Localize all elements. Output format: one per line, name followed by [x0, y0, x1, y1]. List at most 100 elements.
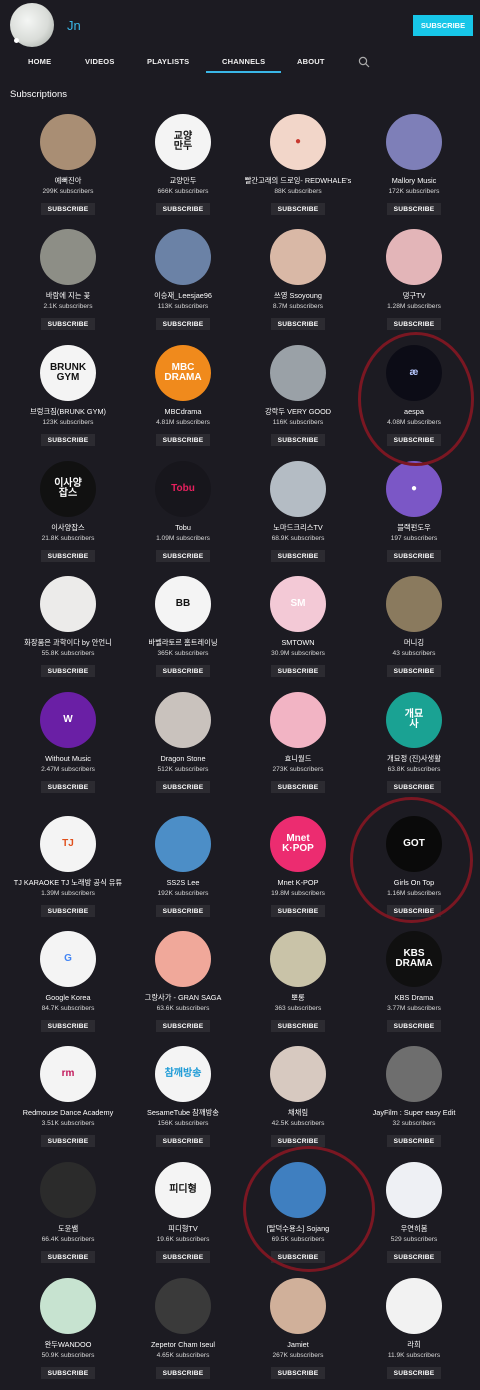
room-photo-icon[interactable]	[386, 114, 442, 170]
channel-name-label[interactable]: 머니깅	[354, 638, 474, 648]
channel-card[interactable]: Mallory Music 172K subscribers SUBSCRIBE	[356, 114, 472, 226]
person-photo-icon[interactable]	[40, 114, 96, 170]
subscribe-button[interactable]: SUBSCRIBE	[387, 318, 441, 330]
duck-photo-icon[interactable]	[270, 692, 326, 748]
channel-card[interactable]: 강락두 VERY GOOD 116K subscribers SUBSCRIBE	[240, 345, 356, 457]
person-photo-icon[interactable]	[270, 461, 326, 517]
channel-name-label[interactable]: 화장품은 과학이다 by 안언니	[8, 638, 128, 648]
channel-name-label[interactable]: JayFilm : Super easy Edit	[354, 1108, 474, 1117]
person-photo-icon[interactable]	[40, 1162, 96, 1218]
subscribe-button[interactable]: SUBSCRIBE	[271, 1251, 325, 1263]
channel-card[interactable]: KBS DRAMA KBS Drama 3.77M subscribers SUBSC…	[356, 931, 472, 1043]
mbc-drama-logo-icon[interactable]: MBC DRAMA	[155, 345, 211, 401]
isayang-jobs-logo-icon[interactable]: 이사양 잡스	[40, 461, 96, 517]
channel-name-label[interactable]: 브렁크짐(BRUNK GYM)	[8, 407, 128, 417]
camera-photo-icon[interactable]	[386, 1046, 442, 1102]
channel-name-label[interactable]: 쓰영 Ssoyoung	[238, 291, 358, 301]
channel-card[interactable]: 우연히봄 529 subscribers SUBSCRIBE	[356, 1162, 472, 1274]
channel-card[interactable]: æ aespa 4.08M subscribers SUBSCRIBE	[356, 345, 472, 457]
channel-name-label[interactable]: Jamiet	[238, 1340, 358, 1349]
channel-name-label[interactable]: 이사양잡스	[8, 523, 128, 533]
channel-name-label[interactable]: Dragon Stone	[123, 754, 243, 763]
anime-character-icon[interactable]	[155, 931, 211, 987]
channel-name-label[interactable]: Without Music	[8, 754, 128, 763]
subscribe-button[interactable]: SUBSCRIBE	[156, 1135, 210, 1147]
person-photo-icon[interactable]	[40, 576, 96, 632]
channel-card[interactable]: 예뻐진아 299K subscribers SUBSCRIBE	[10, 114, 126, 226]
channel-card[interactable]: ● 블랙펀도우 197 subscribers SUBSCRIBE	[356, 461, 472, 573]
subscribe-button[interactable]: SUBSCRIBE	[387, 1020, 441, 1032]
channel-card[interactable]: 완두WANDOO 50.9K subscribers SUBSCRIBE	[10, 1278, 126, 1390]
channel-card[interactable]: 그랑사가 - GRAN SAGA 63.6K subscribers SUBSCRI…	[125, 931, 241, 1043]
got-the-beat-logo-icon[interactable]: GOT	[386, 816, 442, 872]
subscribe-button[interactable]: SUBSCRIBE	[156, 318, 210, 330]
gaemyo-logo-icon[interactable]: 개묘 사	[386, 692, 442, 748]
channel-name-label[interactable]: [탈덕수용소] Sojang	[238, 1224, 358, 1234]
channel-card[interactable]: 이사양 잡스 이사양잡스 21.8K subscribers SUBSCRIBE	[10, 461, 126, 573]
subscribe-button[interactable]: SUBSCRIBE	[271, 781, 325, 793]
channel-card[interactable]: Dragon Stone 512K subscribers SUBSCRIBE	[125, 692, 241, 804]
subscribe-button[interactable]: SUBSCRIBE	[271, 905, 325, 917]
channel-card[interactable]: 참깨방송 SesameTube 참깨방송 156K subscribers SUBSC…	[125, 1046, 241, 1158]
pd-hyung-logo-icon[interactable]: 피디형	[155, 1162, 211, 1218]
channel-name-label[interactable]: 블랙펀도우	[354, 523, 474, 533]
channel-card[interactable]: Jamiet 267K subscribers SUBSCRIBE	[240, 1278, 356, 1390]
subscribe-button[interactable]: SUBSCRIBE	[271, 434, 325, 446]
crowd-photo-icon[interactable]	[386, 576, 442, 632]
subscribe-button[interactable]: SUBSCRIBE	[156, 1367, 210, 1379]
channel-card[interactable]: Mnet K·POP Mnet K-POP 19.8M subscribers SUB…	[240, 816, 356, 928]
channel-name-label[interactable]: MBCdrama	[123, 407, 243, 416]
subscribe-button[interactable]: SUBSCRIBE	[41, 781, 95, 793]
person-photo-icon[interactable]	[155, 816, 211, 872]
subscribe-button[interactable]: SUBSCRIBE	[41, 1020, 95, 1032]
channel-card[interactable]: 노마드크리스TV 68.9K subscribers SUBSCRIBE	[240, 461, 356, 573]
channel-card[interactable]: G Google Korea 84.7K subscribers SUBSCRIBE	[10, 931, 126, 1043]
channel-card[interactable]: 화장품은 과학이다 by 안언니 55.8K subscribers SUBSCRI…	[10, 576, 126, 688]
mnet-kpop-logo-icon[interactable]: Mnet K·POP	[270, 816, 326, 872]
channel-card[interactable]: 머니깅 43 subscribers SUBSCRIBE	[356, 576, 472, 688]
subscribe-button[interactable]: SUBSCRIBE	[387, 203, 441, 215]
channel-card[interactable]: 이승재_Leesjae96 113K subscribers SUBSCRIBE	[125, 229, 241, 341]
channel-card[interactable]: ● 빨간고래의 드로잉- REDWHALE's 88K subscribers SUB…	[240, 114, 356, 226]
channel-card[interactable]: 뽀롱 363 subscribers SUBSCRIBE	[240, 931, 356, 1043]
subscribe-button[interactable]: SUBSCRIBE	[271, 318, 325, 330]
aespa-logo-icon[interactable]: æ	[386, 345, 442, 401]
subscribe-button[interactable]: SUBSCRIBE	[387, 781, 441, 793]
channel-name-label[interactable]: Google Korea	[8, 993, 128, 1002]
channel-card[interactable]: [탈덕수용소] Sojang 69.5K subscribers SUBSCRIBE	[240, 1162, 356, 1274]
subscribe-button[interactable]: SUBSCRIBE	[156, 905, 210, 917]
mushroom-illustration-icon[interactable]	[40, 1278, 96, 1334]
channel-card[interactable]: 댕구TV 1.28M subscribers SUBSCRIBE	[356, 229, 472, 341]
channel-name-label[interactable]: 라희	[354, 1340, 474, 1350]
channel-name-label[interactable]: 이승재_Leesjae96	[123, 291, 243, 301]
default-avatar-icon[interactable]: ●	[386, 461, 442, 517]
subscribe-button[interactable]: SUBSCRIBE	[156, 1251, 210, 1263]
subscribe-button[interactable]: SUBSCRIBE	[41, 1135, 95, 1147]
tobu-logo-icon[interactable]: Tobu	[155, 461, 211, 517]
channel-name-label[interactable]: 바벨라토르 홈트레이닝	[123, 638, 243, 648]
channel-name-label[interactable]: 피디형TV	[123, 1224, 243, 1234]
channel-name-label[interactable]: 개묘정 (진)사생활	[354, 754, 474, 764]
channel-card[interactable]: MBC DRAMA MBCdrama 4.81M subscribers SUBSCR…	[125, 345, 241, 457]
channel-card[interactable]: 채채림 42.5K subscribers SUBSCRIBE	[240, 1046, 356, 1158]
channel-name-label[interactable]: 강락두 VERY GOOD	[238, 407, 358, 417]
channel-name-label[interactable]: 그랑사가 - GRAN SAGA	[123, 993, 243, 1003]
channel-card[interactable]: BRUNK GYM 브렁크짐(BRUNK GYM) 123K subscribers…	[10, 345, 126, 457]
subscribe-button[interactable]: SUBSCRIBE	[387, 550, 441, 562]
channel-card[interactable]: Tobu Tobu 1.09M subscribers SUBSCRIBE	[125, 461, 241, 573]
channel-name-label[interactable]: Mnet K-POP	[238, 878, 358, 887]
person-photo-icon[interactable]	[270, 1278, 326, 1334]
cartoon-avatar-icon[interactable]	[270, 1162, 326, 1218]
channel-card[interactable]: TJ TJ KARAOKE TJ 노래방 공식 유튜 1.39M subscribe…	[10, 816, 126, 928]
channel-name-label[interactable]: aespa	[354, 407, 474, 416]
channel-card[interactable]: 쓰영 Ssoyoung 8.7M subscribers SUBSCRIBE	[240, 229, 356, 341]
subscribe-button[interactable]: SUBSCRIBE	[271, 1020, 325, 1032]
channel-name-label[interactable]: TJ KARAOKE TJ 노래방 공식 유튜	[8, 878, 128, 888]
subscribe-button[interactable]: SUBSCRIBE	[41, 550, 95, 562]
sesametube-logo-icon[interactable]: 참깨방송	[155, 1046, 211, 1102]
subscribe-button[interactable]: SUBSCRIBE	[41, 318, 95, 330]
channel-name-label[interactable]: SesameTube 참깨방송	[123, 1108, 243, 1118]
subscribe-button[interactable]: SUBSCRIBE	[41, 203, 95, 215]
channel-card[interactable]: 도윤쌤 66.4K subscribers SUBSCRIBE	[10, 1162, 126, 1274]
brunk-gym-logo-icon[interactable]: BRUNK GYM	[40, 345, 96, 401]
